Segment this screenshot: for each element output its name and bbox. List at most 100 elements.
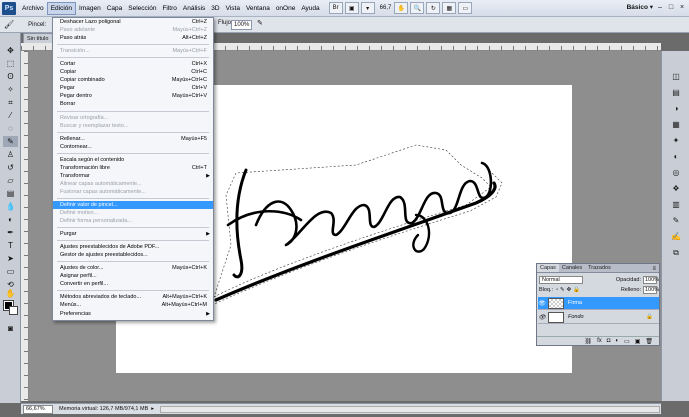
menu-item-ajustes-preestablecidos-de-adobe-pdf[interactable]: Ajustes preestablecidos de Adobe PDF...: [53, 243, 213, 251]
fill-input[interactable]: 100%: [643, 286, 659, 294]
menu-item-cortar[interactable]: Cortar Ctrl+X: [53, 60, 213, 68]
menu-3d[interactable]: 3D: [208, 2, 222, 15]
arrange-documents-icon[interactable]: ▦: [442, 2, 457, 14]
crop-tool-icon[interactable]: ⌗: [3, 97, 18, 108]
menu-item-copiar-combinado[interactable]: Copiar combinado Mayús+Ctrl+C: [53, 76, 213, 84]
lock-icons[interactable]: ▫✎✥🔒: [556, 287, 582, 293]
blur-tool-icon[interactable]: 💧: [3, 201, 18, 212]
menu-item-transformar[interactable]: Transformar ▶: [53, 172, 213, 180]
hand-tool-icon[interactable]: ✋: [3, 288, 18, 299]
menu-ventana[interactable]: Ventana: [243, 2, 273, 15]
tab-capas[interactable]: Capas: [537, 264, 559, 272]
type-tool-icon[interactable]: T: [3, 240, 18, 251]
paths-panel-icon[interactable]: ✎: [669, 215, 683, 227]
rotate-view-icon[interactable]: ↻: [426, 2, 441, 14]
menu-onone[interactable]: onOne: [273, 2, 299, 15]
marquee-tool-icon[interactable]: ⬚: [3, 58, 18, 69]
menu-filtro[interactable]: Filtro: [159, 2, 179, 15]
menu-item-paso-atras[interactable]: Paso atrás Alt+Ctrl+Z: [53, 34, 213, 42]
menu-item-asignar-perfil[interactable]: Asignar perfil...: [53, 272, 213, 280]
menu-item-deshacer-lazo-poligonal[interactable]: Deshacer Lazo poligonal Ctrl+Z: [53, 18, 213, 26]
menu-item-purgar[interactable]: Purgar ▶: [53, 230, 213, 238]
menu-item-ajustes-de-color[interactable]: Ajustes de color... Mayús+Ctrl+K: [53, 264, 213, 272]
menu-item-definir-valor-de-pincel[interactable]: Definir valor de pincel...: [53, 200, 213, 209]
quick-mask-icon[interactable]: ◙: [3, 323, 18, 334]
menu-ayuda[interactable]: Ayuda: [298, 2, 322, 15]
maximize-icon[interactable]: □: [666, 2, 676, 13]
quick-select-tool-icon[interactable]: ✧: [3, 84, 18, 95]
menu-item-pegar-dentro[interactable]: Pegar dentro Mayús+Ctrl+V: [53, 92, 213, 100]
dodge-tool-icon[interactable]: ◐: [3, 214, 18, 225]
visibility-eye-icon[interactable]: 👁: [538, 300, 546, 307]
menu-item-definir-forma-personalizada[interactable]: Definir forma personalizada...: [53, 217, 213, 225]
opacity-input[interactable]: 100%: [643, 276, 659, 284]
healing-brush-tool-icon[interactable]: ◌: [3, 123, 18, 134]
clone-source-panel-icon[interactable]: ⧉: [669, 247, 683, 259]
delete-layer-icon[interactable]: 🗑: [645, 338, 653, 345]
background-color-swatch[interactable]: [9, 306, 18, 315]
blend-mode-select[interactable]: Normal: [539, 276, 583, 284]
brush-tool-preset-icon[interactable]: 🖌: [4, 20, 14, 29]
menu-item-preferencias[interactable]: Preferencias ▶: [53, 310, 213, 318]
zoom-tool-icon[interactable]: 🔍: [410, 2, 425, 14]
menu-item-rellenar[interactable]: Rellenar... Mayús+F5: [53, 135, 213, 143]
panel-menu-icon[interactable]: ≡: [652, 266, 659, 272]
menu-item-definir-motivo[interactable]: Definir motivo...: [53, 209, 213, 217]
zoom-level[interactable]: 66,7: [380, 5, 392, 11]
menu-edicion[interactable]: Edición: [46, 1, 77, 15]
menu-item-alinear-capas-automaticamente[interactable]: Alinear capas automáticamente...: [53, 180, 213, 188]
layer-row-firma[interactable]: 👁 Firma: [538, 297, 659, 310]
menu-item-copiar[interactable]: Copiar Ctrl+C: [53, 68, 213, 76]
history-brush-tool-icon[interactable]: ↺: [3, 162, 18, 173]
menu-analisis[interactable]: Análisis: [180, 2, 208, 15]
tab-trazados[interactable]: Trazados: [585, 264, 614, 272]
menu-imagen[interactable]: Imagen: [76, 2, 104, 15]
adjustment-layer-icon[interactable]: ◐: [615, 338, 619, 344]
visibility-eye-icon[interactable]: 👁: [538, 314, 546, 321]
brush-tool-icon[interactable]: ✎: [3, 136, 18, 147]
menu-item-metodos-abreviados-de-teclado[interactable]: Métodos abreviados de teclado... Alt+Mayú…: [53, 293, 213, 301]
flow-input[interactable]: 100%: [231, 20, 253, 30]
brush-panel-icon[interactable]: ✍: [669, 231, 683, 243]
menu-seleccion[interactable]: Selección: [125, 2, 159, 15]
layer-style-icon[interactable]: fx: [597, 338, 602, 344]
airbrush-icon[interactable]: ✎: [257, 19, 263, 27]
add-mask-icon[interactable]: ◘: [607, 338, 611, 344]
menu-capa[interactable]: Capa: [104, 2, 126, 15]
history-panel-icon[interactable]: ▤: [669, 87, 683, 99]
workspace-switcher[interactable]: Básico: [627, 3, 653, 11]
menu-item-transicion[interactable]: Transición... Mayús+Ctrl+F: [53, 47, 213, 55]
eraser-tool-icon[interactable]: ▱: [3, 175, 18, 186]
new-group-icon[interactable]: ▭: [624, 338, 630, 345]
menu-item-paso-adelante[interactable]: Paso adelante Mayús+Ctrl+Z: [53, 26, 213, 34]
menu-item-pegar[interactable]: Pegar Ctrl+V: [53, 84, 213, 92]
menu-item-buscar-y-reemplazar-texto[interactable]: Buscar y reemplazar texto...: [53, 122, 213, 130]
layer-row-fondo[interactable]: 👁 Fondo 🔒: [538, 311, 659, 324]
gradient-tool-icon[interactable]: ▤: [3, 188, 18, 199]
masks-panel-icon[interactable]: ◎: [669, 167, 683, 179]
menu-item-escala-segun-el-contenido[interactable]: Escala según el contenido: [53, 156, 213, 164]
screen-mode-icon[interactable]: ▭: [458, 2, 473, 14]
mini-bridge-icon[interactable]: ▣: [344, 2, 359, 14]
lasso-tool-icon[interactable]: ʘ: [3, 71, 18, 82]
styles-panel-icon[interactable]: ✦: [669, 135, 683, 147]
tab-canales[interactable]: Canales: [559, 264, 585, 272]
adjustments-panel-icon[interactable]: ◐: [669, 151, 683, 163]
menu-item-contornear[interactable]: Contornear...: [53, 143, 213, 151]
color-panel-icon[interactable]: ◑: [669, 103, 683, 115]
move-tool-icon[interactable]: ✥: [3, 45, 18, 56]
menu-item-transformacion-libre[interactable]: Transformación libre Ctrl+T: [53, 164, 213, 172]
menu-archivo[interactable]: Archivo: [19, 2, 47, 15]
eyedropper-tool-icon[interactable]: ⁄: [3, 110, 18, 121]
menu-vista[interactable]: Vista: [223, 2, 243, 15]
status-zoom-input[interactable]: 66,67%: [23, 404, 53, 414]
status-menu-arrow-icon[interactable]: ▸: [151, 406, 154, 412]
shape-tool-icon[interactable]: ▭: [3, 266, 18, 277]
swatches-panel-icon[interactable]: ▦: [669, 119, 683, 131]
menu-item-fusionar-capas-automaticamente[interactable]: Fusionar capas automáticamente...: [53, 188, 213, 196]
minimize-icon[interactable]: –: [655, 2, 665, 13]
layers-panel-icon[interactable]: ❖: [669, 183, 683, 195]
extras-icon[interactable]: ▾: [360, 2, 375, 14]
menu-item-gestor-de-ajustes-preestablecidos[interactable]: Gestor de ajustes preestablecidos...: [53, 251, 213, 259]
channels-panel-icon[interactable]: ▥: [669, 199, 683, 211]
